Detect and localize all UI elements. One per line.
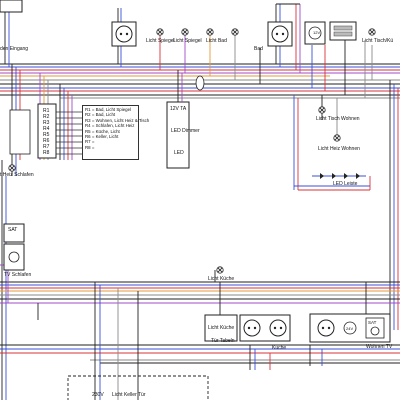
led-strip bbox=[312, 173, 366, 179]
label-sat-2: SAT bbox=[368, 320, 377, 325]
label-led-leiste: LED Leiste bbox=[333, 181, 358, 187]
label-tisch-kueche: Licht Tisch/Kü bbox=[362, 38, 394, 44]
legend-row: R8 = bbox=[85, 144, 95, 150]
label-licht-kueche-1: Licht Küche bbox=[208, 276, 235, 282]
led-dimmer-box bbox=[166, 70, 205, 169]
top-socket-1 bbox=[111, 21, 137, 47]
label-wohnen-tv: Wohnen TV bbox=[366, 344, 393, 350]
label-tv-schlafen: TV Schlafen bbox=[4, 272, 32, 278]
label-led: LED bbox=[174, 150, 184, 156]
label-licht-heiz-wohnen: Licht Heiz Wohnen bbox=[318, 146, 360, 152]
label-12v-ta: 12V TA bbox=[170, 106, 187, 112]
label-tuer-tabeln: Tür Tabeln bbox=[211, 338, 235, 344]
legend-row: R4 = Schlafen, Licht Heiz bbox=[85, 123, 135, 129]
wiring-canvas bbox=[0, 0, 400, 405]
label-licht-keller: Licht Keller bbox=[112, 392, 137, 398]
label-230v: 230V bbox=[92, 392, 104, 398]
label-licht-kueche-2: Licht Küche bbox=[208, 325, 235, 331]
label-tuer: Tür bbox=[138, 392, 146, 398]
label-24v-1: 24V bbox=[346, 326, 354, 331]
label-licht-bad: Licht Bad bbox=[206, 38, 227, 44]
label-licht-spiegel-1: Licht Spiegel bbox=[146, 38, 175, 44]
label-eingang: den Eingang bbox=[0, 46, 29, 52]
top-socket-2 bbox=[267, 21, 293, 47]
label-licht-tisch-wohnen: Licht Tisch Wohnen bbox=[316, 116, 360, 122]
label-kueche: Küche bbox=[272, 345, 287, 351]
relay-legend: R1 = Bad, Licht Spiegel R2 = Bad, Licht … bbox=[82, 105, 149, 160]
label-heiz-schlafen: t Heiz Schlafen bbox=[0, 172, 34, 178]
label-sat-1: SAT bbox=[8, 227, 18, 233]
label-led-dimmer: LED Dimmer bbox=[171, 128, 200, 134]
top-left-box bbox=[0, 0, 23, 13]
label-bad: Bad bbox=[254, 46, 263, 52]
wiring-diagram: den Eingang Licht Spiegel Licht Spiegel … bbox=[0, 0, 400, 405]
label-licht-spiegel-2: Licht Spiegel bbox=[173, 38, 202, 44]
label-12v: 12V bbox=[313, 30, 321, 35]
relay-label: R8 bbox=[43, 150, 50, 156]
top-drop-wires bbox=[4, 0, 373, 98]
